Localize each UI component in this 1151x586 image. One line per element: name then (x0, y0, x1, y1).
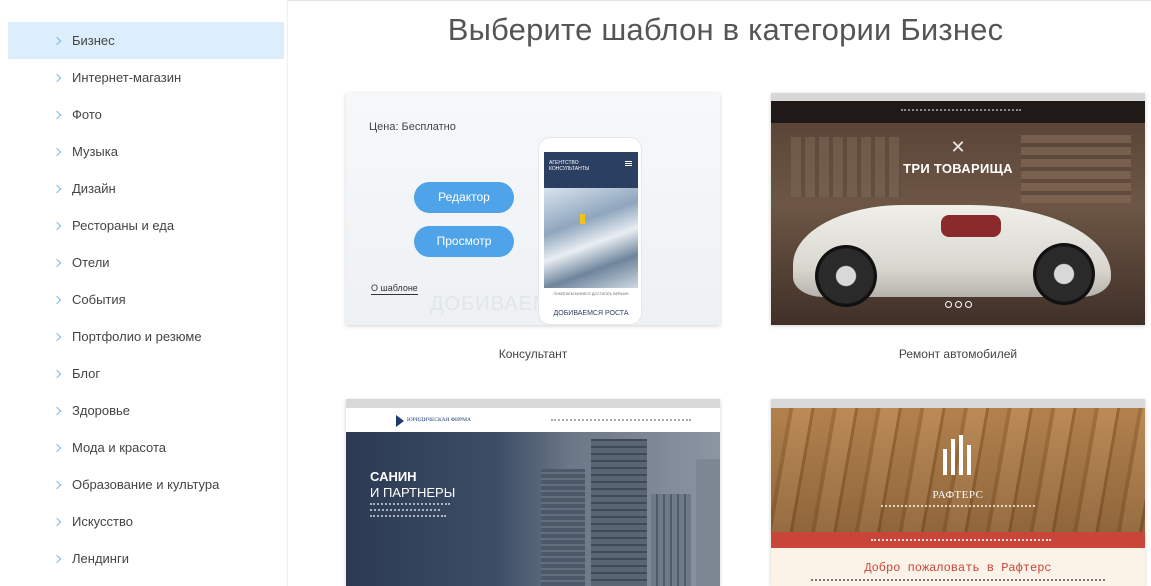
mountain-image (544, 188, 638, 288)
sidebar-item-portfolio[interactable]: Портфолио и резюме (8, 318, 284, 355)
template-card-rafters[interactable]: РАФТЕРС Добро пожаловать в Рафтерс (771, 399, 1145, 586)
sidebar-item-label: Дизайн (72, 181, 116, 196)
hamburger-icon (625, 161, 632, 166)
building-image (696, 459, 720, 586)
sidebar-item-health[interactable]: Здоровье (8, 392, 284, 429)
text-placeholder (370, 515, 446, 517)
preview-headline: САНИН (370, 469, 417, 484)
climber-figure (580, 214, 585, 224)
chevron-right-icon (52, 443, 62, 452)
sidebar-item-blog[interactable]: Блог (8, 355, 284, 392)
sidebar-item-fashion[interactable]: Мода и красота (8, 429, 284, 466)
sidebar-item-label: Интернет-магазин (72, 70, 182, 85)
page-title: Выберите шаблон в категории Бизнес (447, 12, 1004, 47)
chevron-right-icon (52, 147, 62, 156)
preview-nav: ЮРИДИЧЕСКАЯ ФИРМА (346, 408, 720, 432)
nav-links-placeholder (901, 109, 1021, 111)
chevron-right-icon (52, 369, 62, 378)
building-image (541, 469, 585, 586)
template-name: Консультант (498, 347, 568, 361)
chevron-right-icon (52, 221, 62, 230)
preview-welcome: Добро пожаловать в Рафтерс (864, 561, 1052, 575)
sidebar-item-label: Лендинги (72, 551, 129, 566)
sidebar-item-label: Здоровье (72, 403, 131, 418)
firm-logo-icon (396, 415, 404, 427)
sidebar-item-photo[interactable]: Фото (8, 96, 284, 133)
chevron-right-icon (52, 184, 62, 193)
text-placeholder (811, 579, 1105, 581)
sidebar-item-label: Бизнес (72, 33, 115, 48)
template-name: Ремонт автомобилей (898, 347, 1018, 361)
building-image (591, 439, 647, 586)
mobile-preview: АГЕНТСТВО КОНСУЛЬТАНТЫ ПОМОГАЕМ БИЗНЕСУ … (538, 137, 642, 325)
browser-bar (346, 399, 720, 408)
sidebar-item-label: Искусство (72, 514, 133, 529)
preview-menu-bar (771, 532, 1145, 548)
firm-name: ЮРИДИЧЕСКАЯ ФИРМА (407, 417, 471, 423)
preview-button[interactable]: Просмотр (414, 226, 514, 257)
sidebar-item-business[interactable]: Бизнес (8, 22, 284, 59)
preview-brand: ТРИ ТОВАРИЩА (903, 161, 1013, 176)
template-price: Цена: Бесплатно (369, 121, 456, 133)
chevron-right-icon (52, 73, 62, 82)
preview-brand: РАФТЕРС (932, 489, 984, 501)
editor-button[interactable]: Редактор (414, 182, 514, 213)
sidebar-item-restaurants[interactable]: Рестораны и еда (8, 207, 284, 244)
about-template-link[interactable]: О шаблоне (371, 283, 418, 295)
template-card-consultant[interactable]: ДОБИВАЕМСЯ Цена: Бесплатно Редактор Прос… (346, 93, 720, 325)
chevron-right-icon (52, 258, 62, 267)
mobile-header-text: АГЕНТСТВО КОНСУЛЬТАНТЫ (549, 160, 590, 172)
sidebar-item-label: Фото (72, 107, 102, 122)
mobile-screen: АГЕНТСТВО КОНСУЛЬТАНТЫ ПОМОГАЕМ БИЗНЕСУ … (544, 152, 638, 322)
preview-nav (771, 101, 1145, 123)
sidebar-item-label: Блог (72, 366, 101, 381)
chevron-right-icon (52, 36, 62, 45)
sidebar-item-label: Отели (72, 255, 110, 270)
text-placeholder (881, 505, 1035, 507)
mobile-footer: ПОМОГАЕМ БИЗНЕСУ ДОСТИГАТЬ ВЕРШИН ДОБИВА… (544, 288, 638, 322)
chevron-right-icon (52, 110, 62, 119)
browser-bar (771, 399, 1145, 408)
text-placeholder (370, 503, 450, 505)
mobile-small-text: ПОМОГАЕМ БИЗНЕСУ ДОСТИГАТЬ ВЕРШИН (553, 292, 629, 296)
sidebar-item-label: Портфолио и резюме (72, 329, 202, 344)
mobile-headline: ДОБИВАЕМСЯ РОСТА (553, 310, 629, 317)
sidebar-item-label: Образование и культура (72, 477, 220, 492)
sidebar-item-label: Музыка (72, 144, 118, 159)
chevron-right-icon (52, 332, 62, 341)
carousel-dots (945, 295, 975, 313)
sidebar-item-design[interactable]: Дизайн (8, 170, 284, 207)
car-wheel (815, 245, 877, 307)
sidebar-item-label: События (72, 292, 126, 307)
sidebar-item-label: Мода и красота (72, 440, 166, 455)
chevron-right-icon (52, 554, 62, 563)
crossed-wrenches-icon: ✕ (950, 137, 966, 157)
sidebar-item-landings[interactable]: Лендинги (8, 540, 284, 577)
sidebar-item-art[interactable]: Искусство (8, 503, 284, 540)
text-placeholder (370, 509, 440, 511)
sidebar-item-hotels[interactable]: Отели (8, 244, 284, 281)
sidebar-item-music[interactable]: Музыка (8, 133, 284, 170)
nav-links-placeholder (871, 539, 1051, 541)
browser-bar (771, 93, 1145, 101)
preview-headline-sub: И ПАРТНЕРЫ (370, 485, 456, 500)
sidebar-item-online-store[interactable]: Интернет-магазин (8, 59, 284, 96)
nav-links-placeholder (551, 419, 691, 421)
chevron-right-icon (52, 517, 62, 526)
chevron-right-icon (52, 295, 62, 304)
car-wheel (1033, 243, 1095, 305)
chevron-right-icon (52, 406, 62, 415)
sidebar-item-education[interactable]: Образование и культура (8, 466, 284, 503)
sidebar-item-events[interactable]: События (8, 281, 284, 318)
building-image (651, 494, 691, 586)
chevron-right-icon (52, 480, 62, 489)
rafters-logo-icon (939, 435, 975, 475)
template-card-car-repair[interactable]: ✕ ТРИ ТОВАРИЩА (771, 93, 1145, 325)
template-card-law-firm[interactable]: ЮРИДИЧЕСКАЯ ФИРМА САНИН И ПАРТНЕРЫ (346, 399, 720, 586)
car-seat (941, 215, 1001, 237)
sidebar-item-label: Рестораны и еда (72, 218, 175, 233)
category-sidebar: Бизнес Интернет-магазин Фото Музыка Диза… (0, 0, 288, 586)
